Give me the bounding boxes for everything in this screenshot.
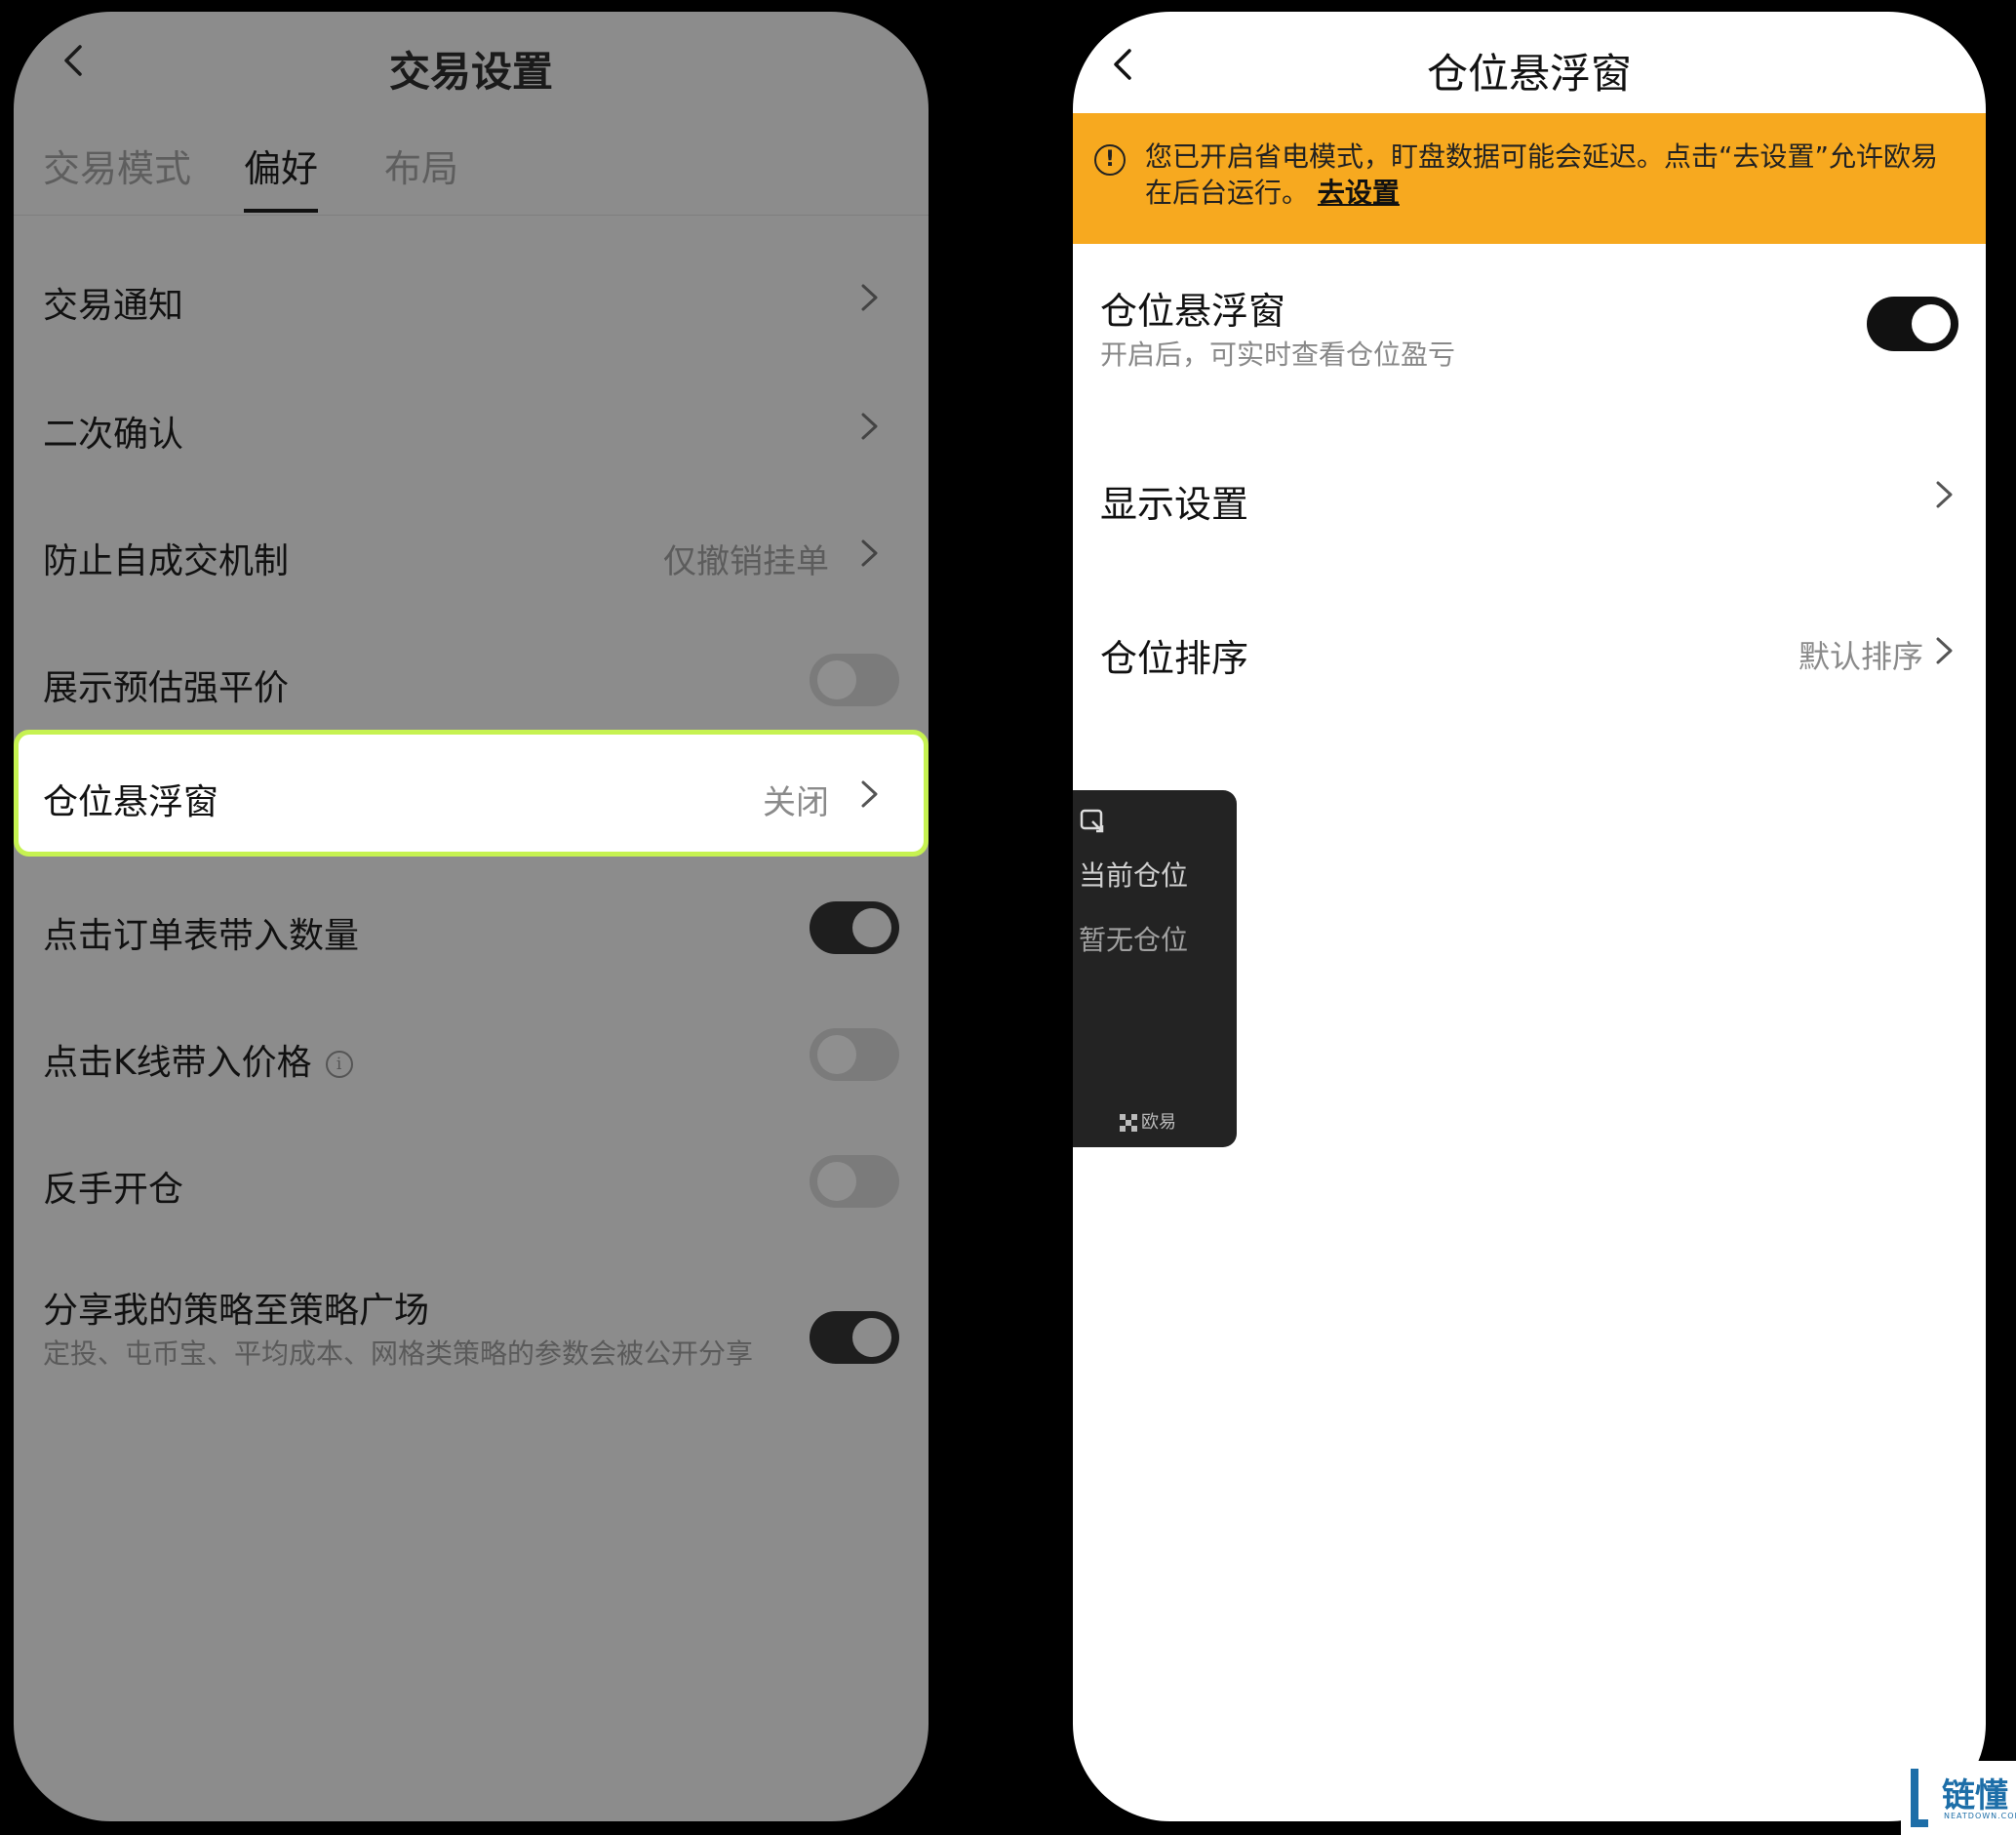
power-saving-banner: ! 您已开启省电模式，盯盘数据可能会延迟。点击“去设置”允许欧易在后台运行。 去… bbox=[1073, 113, 1986, 244]
kline-price-toggle[interactable] bbox=[810, 1028, 899, 1081]
row-label: 点击K线带入价格 bbox=[43, 1043, 312, 1083]
floating-window-preview[interactable]: 当前仓位 暂无仓位 欧易 bbox=[1073, 790, 1237, 1147]
banner-text: 您已开启省电模式，盯盘数据可能会延迟。点击“去设置”允许欧易在后台运行。 bbox=[1145, 140, 1939, 209]
toggle-knob bbox=[817, 660, 856, 699]
expand-window-icon[interactable] bbox=[1079, 808, 1106, 835]
row-label: 防止自成交机制 bbox=[43, 541, 290, 581]
row-trade-notification[interactable]: 交易通知 bbox=[14, 236, 929, 361]
tab-divider bbox=[14, 215, 929, 216]
watermark-text: 链懂 bbox=[1942, 1776, 2008, 1815]
watermark: 链懂 NEATDOWN.COM bbox=[1901, 1761, 2016, 1835]
share-strategy-toggle[interactable] bbox=[810, 1311, 899, 1364]
watermark-logo-icon bbox=[1911, 1769, 1928, 1827]
row-label: 显示设置 bbox=[1100, 483, 1249, 526]
row-label: 仓位悬浮窗 bbox=[43, 782, 219, 822]
row-share-strategy: 分享我的策略至策略广场 定投、屯币宝、平均成本、网格类策略的参数会被公开分享 bbox=[14, 1247, 929, 1422]
row-reverse-open: 反手开仓 bbox=[14, 1120, 929, 1245]
toggle-knob bbox=[852, 908, 891, 947]
row-value: 仅撤销挂单 bbox=[663, 542, 829, 581]
order-quantity-toggle[interactable] bbox=[810, 901, 899, 954]
tab-active-indicator bbox=[244, 209, 318, 213]
row-click-kline-price: 点击K线带入价格 i bbox=[14, 993, 929, 1118]
row-double-confirm[interactable]: 二次确认 bbox=[14, 361, 929, 486]
reverse-open-toggle[interactable] bbox=[810, 1155, 899, 1208]
page-title: 仓位悬浮窗 bbox=[1426, 50, 1632, 98]
tab-layout[interactable]: 布局 bbox=[384, 139, 458, 192]
row-display-settings[interactable]: 显示设置 bbox=[1073, 421, 1986, 568]
toggle-knob bbox=[817, 1162, 856, 1201]
floating-window-label: 仓位悬浮窗 bbox=[1100, 290, 1286, 333]
chevron-right-icon bbox=[861, 284, 878, 311]
trade-settings-screen: 交易设置 交易模式 偏好 布局 交易通知 二次确认 防止自成交机制 仅撤销挂单 … bbox=[14, 12, 929, 1821]
banner-text-wrap: 您已开启省电模式，盯盘数据可能会延迟。点击“去设置”允许欧易在后台运行。 去设置 bbox=[1145, 139, 1947, 211]
row-label: 反手开仓 bbox=[43, 1170, 184, 1210]
row-value: 默认排序 bbox=[1798, 638, 1923, 675]
row-label: 二次确认 bbox=[43, 415, 184, 455]
row-label: 展示预估强平价 bbox=[43, 668, 290, 708]
chevron-right-icon bbox=[861, 539, 878, 567]
row-label: 分享我的策略至策略广场 bbox=[43, 1291, 430, 1331]
row-click-order-quantity: 点击订单表带入数量 bbox=[14, 866, 929, 991]
row-label: 交易通知 bbox=[43, 286, 184, 326]
row-position-sort[interactable]: 仓位排序 默认排序 bbox=[1073, 576, 1986, 722]
okx-logo-icon bbox=[1120, 1114, 1137, 1132]
row-self-trade-prevention[interactable]: 防止自成交机制 仅撤销挂单 bbox=[14, 488, 929, 613]
row-value: 关闭 bbox=[763, 783, 829, 822]
row-label: 仓位排序 bbox=[1100, 637, 1249, 680]
current-position-title: 当前仓位 bbox=[1079, 859, 1189, 892]
chevron-right-icon bbox=[1936, 481, 1953, 508]
info-icon[interactable]: i bbox=[325, 1051, 353, 1078]
chevron-right-icon bbox=[861, 780, 878, 808]
no-position-text: 暂无仓位 bbox=[1079, 924, 1189, 956]
chevron-right-icon bbox=[1936, 637, 1953, 664]
chevron-right-icon bbox=[861, 413, 878, 440]
floating-window-toggle[interactable] bbox=[1867, 297, 1958, 351]
floating-window-settings-screen: 仓位悬浮窗 ! 您已开启省电模式，盯盘数据可能会延迟。点击“去设置”允许欧易在后… bbox=[1073, 12, 1986, 1821]
row-position-floating-window[interactable]: 仓位悬浮窗 关闭 bbox=[14, 730, 929, 857]
go-settings-link[interactable]: 去设置 bbox=[1318, 177, 1400, 209]
tab-trade-mode[interactable]: 交易模式 bbox=[43, 139, 191, 192]
toggle-knob bbox=[817, 1035, 856, 1074]
row-estimated-liq-price: 展示预估强平价 bbox=[14, 615, 929, 739]
toggle-knob bbox=[852, 1318, 891, 1357]
row-sub: 定投、屯币宝、平均成本、网格类策略的参数会被公开分享 bbox=[43, 1337, 754, 1370]
floating-window-sub: 开启后，可实时查看仓位盈亏 bbox=[1100, 339, 1456, 371]
row-label: 点击订单表带入数量 bbox=[43, 916, 360, 956]
row-label-wrap: 点击K线带入价格 i bbox=[43, 1034, 353, 1085]
page-title: 交易设置 bbox=[388, 48, 553, 96]
liq-price-toggle[interactable] bbox=[810, 654, 899, 706]
header: 交易设置 bbox=[14, 12, 929, 129]
tab-preferences[interactable]: 偏好 bbox=[244, 139, 318, 192]
warning-icon: ! bbox=[1094, 144, 1126, 176]
toggle-knob bbox=[1912, 304, 1951, 343]
brand-name: 欧易 bbox=[1141, 1112, 1176, 1133]
brand-wrap: 欧易 bbox=[1120, 1108, 1176, 1134]
watermark-sub: NEATDOWN.COM bbox=[1944, 1812, 2016, 1820]
